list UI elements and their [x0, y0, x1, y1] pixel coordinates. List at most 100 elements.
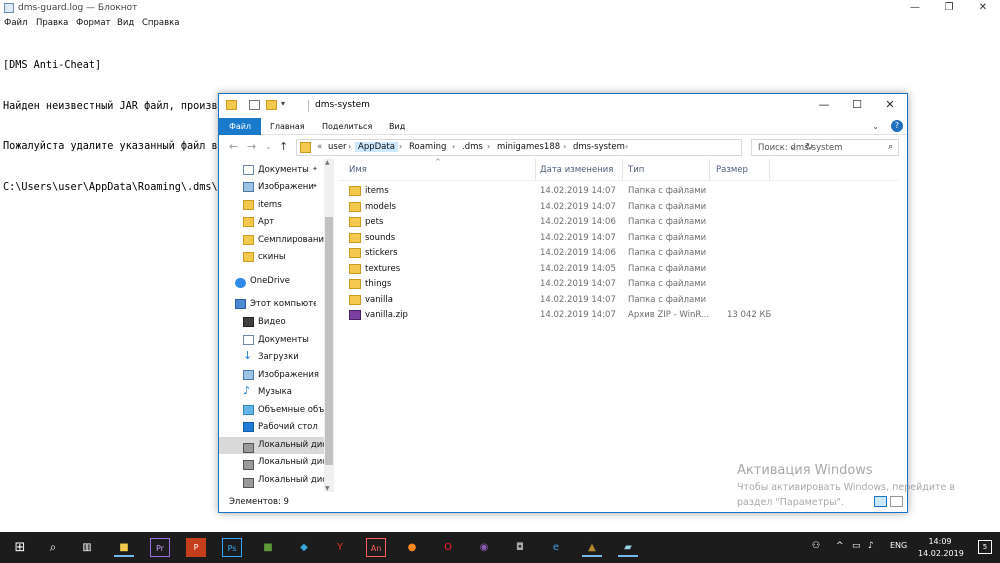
- tab-file[interactable]: Файл: [219, 118, 261, 135]
- close-icon[interactable]: ✕: [966, 0, 1000, 16]
- nav-item[interactable]: Документы ✦: [219, 162, 324, 179]
- file-row[interactable]: items 14.02.2019 14:07 Папка с файлами: [339, 184, 899, 199]
- volume-icon[interactable]: ♪: [868, 541, 874, 551]
- file-row[interactable]: vanilla 14.02.2019 14:07 Папка с файлами: [339, 293, 899, 308]
- notepad-icon[interactable]: ▰: [618, 538, 638, 557]
- nav-item[interactable]: Объемные объекты: [219, 402, 324, 419]
- file-explorer-icon[interactable]: ■: [114, 538, 134, 557]
- properties-icon[interactable]: [249, 100, 260, 110]
- chevron-right-icon[interactable]: ›: [625, 142, 628, 151]
- nav-item[interactable]: Этот компьютер: [219, 296, 316, 313]
- tab-share[interactable]: Поделиться: [322, 122, 372, 131]
- chevron-right-icon[interactable]: ›: [399, 142, 402, 151]
- file-row[interactable]: stickers 14.02.2019 14:06 Папка с файлами: [339, 246, 899, 261]
- tab-view[interactable]: Вид: [389, 122, 405, 131]
- start-windows-icon[interactable]: ⊞: [10, 538, 30, 557]
- nav-item[interactable]: Изображени ✦: [219, 179, 324, 196]
- chevron-right-icon[interactable]: ›: [348, 142, 351, 151]
- expand-ribbon-icon[interactable]: ⌄: [872, 122, 879, 131]
- task-view-icon[interactable]: ▥: [77, 538, 97, 557]
- network-icon[interactable]: ▭: [852, 541, 861, 551]
- column-name[interactable]: Имя: [349, 165, 367, 175]
- minimize-icon[interactable]: —: [898, 0, 932, 16]
- tab-home[interactable]: Главная: [270, 122, 305, 131]
- scroll-up-icon[interactable]: ▲: [325, 159, 330, 166]
- crumb-user[interactable]: user: [325, 142, 350, 152]
- menu-view[interactable]: Вид: [117, 18, 134, 28]
- crumb-dms[interactable]: .dms: [459, 142, 486, 152]
- file-row[interactable]: vanilla.zip 14.02.2019 14:07 Архив ZIP - W…: [339, 308, 899, 323]
- crumb-appdata[interactable]: AppData: [355, 142, 398, 152]
- premiere-pro-icon[interactable]: Pr: [150, 538, 170, 557]
- nav-item[interactable]: Локальный диск: [219, 472, 324, 489]
- column-date[interactable]: Дата изменения: [540, 165, 613, 175]
- nav-item[interactable]: Рабочий стол: [219, 419, 324, 436]
- column-divider[interactable]: [769, 159, 770, 181]
- maximize-icon[interactable]: ☐: [840, 94, 874, 118]
- chevron-right-icon[interactable]: ›: [563, 142, 566, 151]
- menu-edit[interactable]: Правка: [36, 18, 68, 28]
- clock[interactable]: 14:09 14.02.2019: [918, 536, 964, 560]
- column-divider[interactable]: [535, 159, 536, 181]
- search-icon[interactable]: ⌕: [43, 538, 63, 557]
- yandex-browser-icon[interactable]: Y: [330, 538, 350, 557]
- search-input[interactable]: Поиск: dms-system ⌕: [751, 139, 899, 156]
- forward-arrow-icon[interactable]: →: [247, 140, 256, 153]
- crumb-dms-system[interactable]: dms-system: [570, 142, 628, 152]
- edge-icon[interactable]: e: [546, 538, 566, 557]
- chevron-right-icon[interactable]: ›: [452, 142, 455, 151]
- maximize-icon[interactable]: ❐: [932, 0, 966, 16]
- photoshop-icon[interactable]: Ps: [222, 538, 242, 557]
- file-row[interactable]: sounds 14.02.2019 14:07 Папка с файлами: [339, 231, 899, 246]
- menu-file[interactable]: Файл: [4, 18, 27, 28]
- nav-item[interactable]: Локальный диск: [219, 437, 324, 454]
- column-size[interactable]: Размер: [716, 165, 748, 175]
- nav-item[interactable]: Арт: [219, 214, 324, 231]
- nav-item[interactable]: Видео: [219, 314, 324, 331]
- show-hidden-icons-icon[interactable]: ^: [836, 541, 844, 551]
- new-folder-icon[interactable]: [266, 100, 277, 110]
- file-row[interactable]: models 14.02.2019 14:07 Папка с файлами: [339, 200, 899, 215]
- close-icon[interactable]: ✕: [873, 94, 907, 118]
- chat-app-icon[interactable]: ◘: [510, 538, 530, 557]
- search-icon[interactable]: ⌕: [888, 142, 893, 152]
- minimize-icon[interactable]: —: [807, 94, 841, 118]
- scroll-down-icon[interactable]: ▼: [325, 485, 330, 492]
- nav-item[interactable]: ↓ Загрузки: [219, 349, 324, 366]
- large-icons-view-icon[interactable]: [890, 496, 903, 507]
- address-bar[interactable]: « user › AppData › Roaming › .dms › mini…: [296, 139, 813, 156]
- nav-item[interactable]: Локальный диск: [219, 454, 324, 471]
- crumb-roaming[interactable]: Roaming: [406, 142, 449, 152]
- navigation-scrollbar[interactable]: ▲ ▼: [324, 159, 334, 492]
- chevron-right-icon[interactable]: ›: [487, 142, 490, 151]
- viber-icon[interactable]: ◉: [474, 538, 494, 557]
- opera-icon[interactable]: O: [438, 538, 458, 557]
- nav-item[interactable]: Документы: [219, 332, 324, 349]
- column-divider[interactable]: [709, 159, 710, 181]
- pin-icon[interactable]: ✦: [312, 165, 318, 173]
- nav-item[interactable]: OneDrive: [219, 273, 316, 290]
- notifications-icon[interactable]: 5: [978, 540, 992, 554]
- app-icon[interactable]: ◆: [294, 538, 314, 557]
- menu-help[interactable]: Справка: [142, 18, 179, 28]
- customize-quick-access-icon[interactable]: ▾: [281, 99, 285, 108]
- nav-item[interactable]: ♪ Музыка: [219, 384, 324, 401]
- back-arrow-icon[interactable]: ←: [229, 140, 238, 153]
- powerpoint-icon[interactable]: P: [186, 538, 206, 557]
- scrollbar-thumb[interactable]: [325, 217, 333, 465]
- nav-item[interactable]: items: [219, 197, 324, 214]
- crumb-minigames188[interactable]: minigames188: [494, 142, 563, 152]
- file-row[interactable]: textures 14.02.2019 14:05 Папка с файлами: [339, 262, 899, 277]
- file-row[interactable]: things 14.02.2019 14:07 Папка с файлами: [339, 277, 899, 292]
- minecraft-icon[interactable]: ■: [258, 538, 278, 557]
- nav-item[interactable]: Изображения: [219, 367, 324, 384]
- nav-item[interactable]: скины: [219, 249, 324, 266]
- help-icon[interactable]: ?: [891, 120, 903, 132]
- archive-app-icon[interactable]: ▲: [582, 538, 602, 557]
- file-row[interactable]: pets 14.02.2019 14:06 Папка с файлами: [339, 215, 899, 230]
- overflow-crumb[interactable]: «: [314, 142, 325, 152]
- people-icon[interactable]: ⚇: [812, 541, 820, 551]
- up-arrow-icon[interactable]: ↑: [279, 140, 288, 153]
- menu-format[interactable]: Формат: [76, 18, 111, 28]
- animate-icon[interactable]: An: [366, 538, 386, 557]
